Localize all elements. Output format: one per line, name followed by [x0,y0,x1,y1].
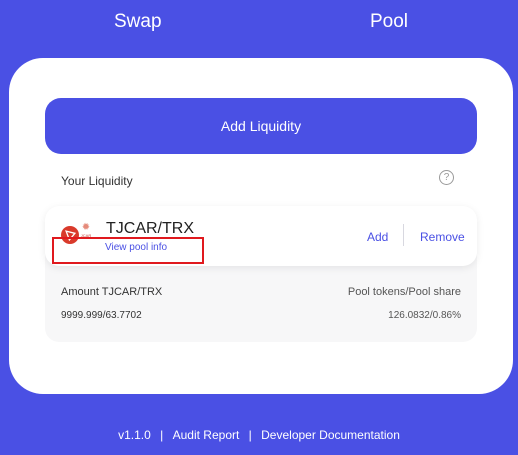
pair-row: ✹ JCAR TJCAR/TRX View pool info Add Remo… [45,206,477,266]
footer: v1.1.0 | Audit Report | Developer Docume… [0,428,518,442]
audit-report-link[interactable]: Audit Report [173,428,240,442]
sun-icon: ✹ [81,221,91,233]
pair-name: TJCAR/TRX [106,220,194,237]
pool-card: Add Liquidity Your Liquidity ? ✹ JCAR TJ… [9,58,513,394]
top-nav: Swap Pool [0,0,518,48]
action-divider [403,224,404,246]
highlight-box [52,237,204,264]
tab-swap[interactable]: Swap [114,11,162,33]
your-liquidity-label: Your Liquidity [61,174,133,188]
amount-label: Amount TJCAR/TRX [61,286,163,298]
footer-separator: | [248,428,252,442]
help-icon[interactable]: ? [439,170,454,185]
pool-share-label: Pool tokens/Pool share [347,286,461,298]
developer-documentation-link[interactable]: Developer Documentation [261,428,400,442]
footer-separator: | [160,428,164,442]
liquidity-position: ✹ JCAR TJCAR/TRX View pool info Add Remo… [45,206,477,342]
add-liquidity-button[interactable]: Add Liquidity [45,98,477,154]
pool-share-value: 126.0832/0.86% [388,310,461,321]
amount-value: 9999.999/63.7702 [61,310,142,321]
tab-pool[interactable]: Pool [370,11,408,33]
remove-button[interactable]: Remove [420,230,465,244]
version-label: v1.1.0 [118,428,151,442]
add-button[interactable]: Add [367,230,388,244]
jcar-token-icon: ✹ JCAR [77,222,95,238]
